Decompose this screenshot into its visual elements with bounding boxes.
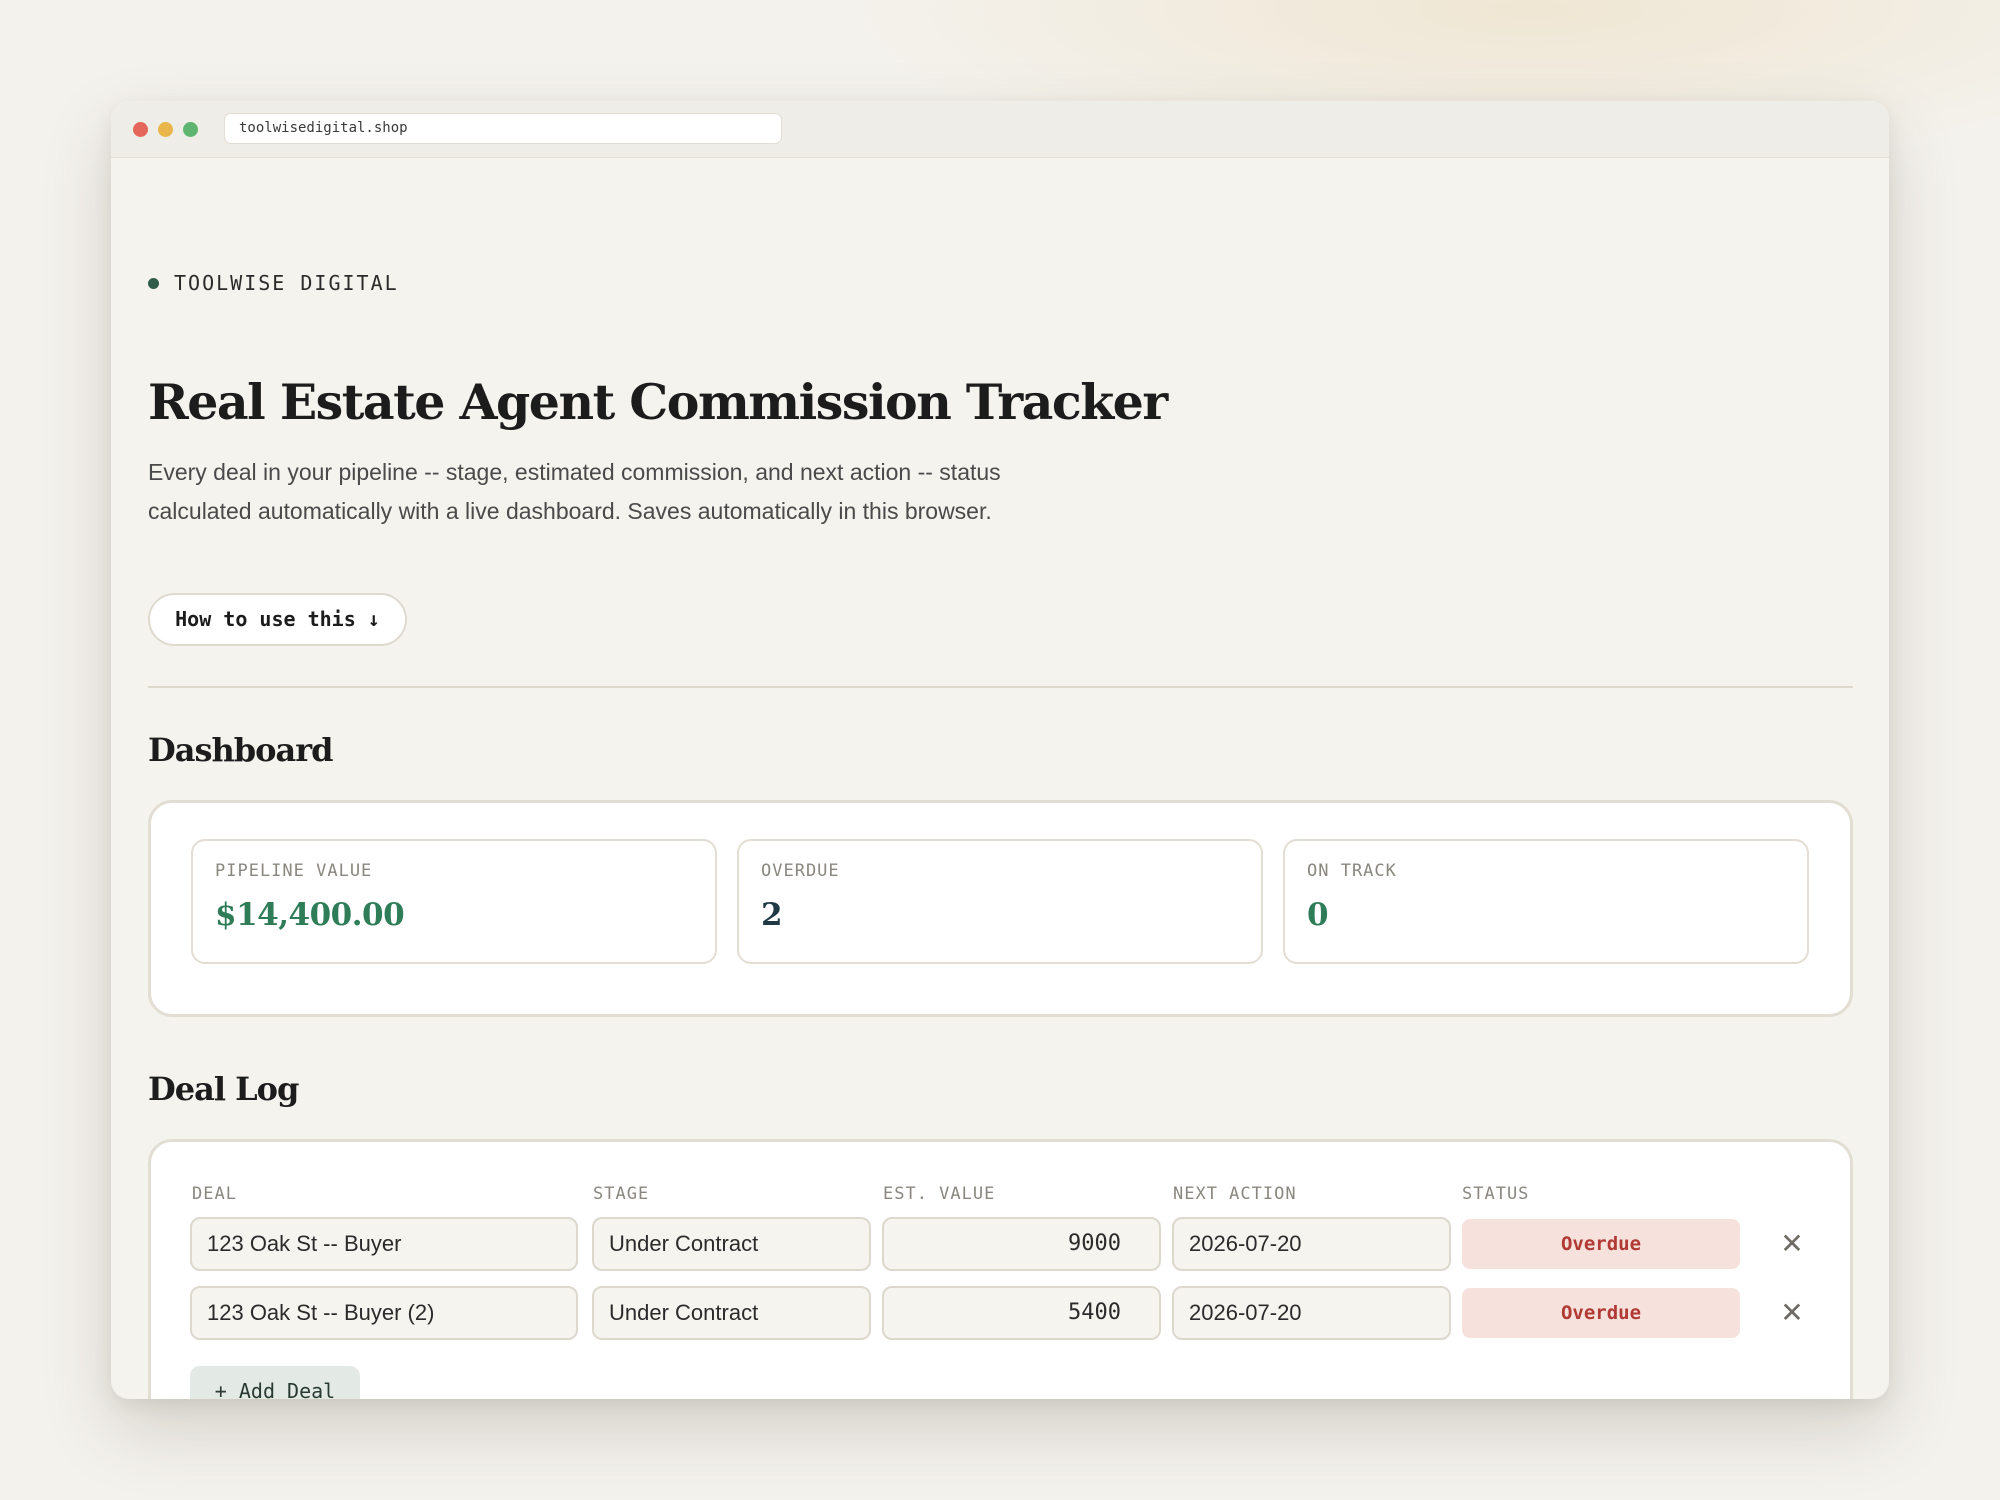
column-header-stage: STAGE [593,1184,650,1204]
stat-label: OVERDUE [761,861,840,881]
est-value-input[interactable]: 9000 [882,1217,1161,1271]
brand-dot-icon [148,277,159,289]
deal-log-title: Deal Log [148,1070,299,1108]
browser-titlebar: toolwisedigital.shop [111,101,1889,158]
add-deal-button[interactable]: + Add Deal [190,1366,360,1399]
dashboard-card: PIPELINE VALUE $14,400.00 OVERDUE 2 ON T… [148,800,1853,1017]
dashboard-title: Dashboard [148,731,333,769]
deal-log-card: DEAL STAGE EST. VALUE NEXT ACTION STATUS… [148,1139,1853,1399]
status-badge: Overdue [1462,1219,1740,1269]
est-value-input[interactable]: 5400 [882,1286,1161,1340]
stat-label: PIPELINE VALUE [215,861,373,881]
deal-name-input[interactable]: 123 Oak St -- Buyer (2) [190,1286,578,1340]
stage-select[interactable]: Under Contract [592,1286,871,1340]
maximize-window-icon[interactable] [183,122,198,137]
address-bar[interactable]: toolwisedigital.shop [224,113,782,144]
stage-select[interactable]: Under Contract [592,1217,871,1271]
stat-value: $14,400.00 [215,897,405,933]
column-header-est-value: EST. VALUE [883,1184,996,1204]
next-action-date-input[interactable]: 2026-07-20 [1172,1286,1451,1340]
remove-deal-icon[interactable]: ✕ [1772,1224,1812,1264]
deal-name-input[interactable]: 123 Oak St -- Buyer [190,1217,578,1271]
stat-on-track: ON TRACK 0 [1283,839,1809,964]
stat-label: ON TRACK [1307,861,1397,881]
stat-pipeline-value: PIPELINE VALUE $14,400.00 [191,839,717,964]
browser-window: toolwisedigital.shop TOOLWISE DIGITAL Re… [111,101,1889,1399]
page-description: Every deal in your pipeline -- stage, es… [148,459,1001,524]
brand-name: TOOLWISE DIGITAL [174,271,399,295]
brand: TOOLWISE DIGITAL [148,271,399,295]
stat-value: 2 [761,897,783,933]
section-divider [148,686,1853,688]
column-header-status: STATUS [1462,1184,1530,1204]
next-action-date-input[interactable]: 2026-07-20 [1172,1217,1451,1271]
column-header-next-action: NEXT ACTION [1173,1184,1297,1204]
column-header-deal: DEAL [192,1184,237,1204]
status-badge: Overdue [1462,1288,1740,1338]
how-to-use-button[interactable]: How to use this ↓ [148,593,407,646]
stat-value: 0 [1307,897,1329,933]
close-window-icon[interactable] [133,122,148,137]
minimize-window-icon[interactable] [158,122,173,137]
page-title: Real Estate Agent Commission Tracker [148,373,1168,431]
remove-deal-icon[interactable]: ✕ [1772,1293,1812,1333]
stat-overdue: OVERDUE 2 [737,839,1263,964]
